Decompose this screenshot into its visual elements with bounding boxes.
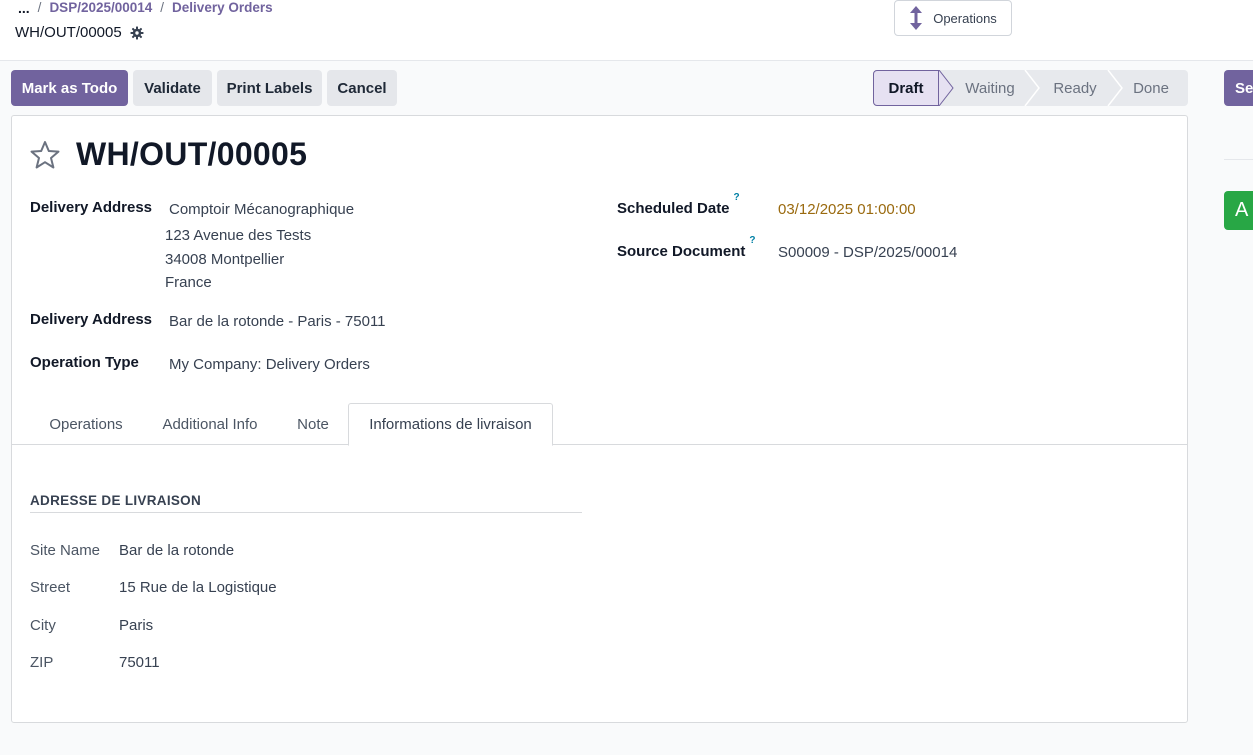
breadcrumb-item-dispatch[interactable]: DSP/2025/00014 (49, 0, 152, 16)
delivery-address-2-label: Delivery Address (30, 311, 153, 328)
scheduled-date-value[interactable]: 03/12/2025 01:00:00 (778, 201, 916, 218)
record-reference: WH/OUT/00005 (15, 24, 122, 41)
up-down-arrows-icon (909, 6, 923, 30)
scheduled-date-label-text: Scheduled Date (617, 200, 730, 217)
delivery-address-label: Delivery Address (30, 199, 153, 216)
breadcrumb-item-delivery-orders[interactable]: Delivery Orders (172, 0, 273, 16)
title-row: WH/OUT/00005 (30, 136, 307, 173)
breadcrumb: ... / DSP/2025/00014 / Delivery Orders (18, 0, 273, 16)
city-label: City (30, 617, 56, 634)
help-tooltip-icon[interactable]: ? (734, 192, 740, 203)
status-stage-draft[interactable]: Draft (873, 70, 939, 106)
notebook-tabs: Operations Additional Info Note Informat… (12, 403, 1187, 446)
status-stage-done[interactable]: Done (1120, 70, 1182, 106)
street-label: Street (30, 579, 71, 596)
operation-type-value[interactable]: My Company: Delivery Orders (169, 356, 370, 373)
breadcrumb-separator: / (37, 0, 42, 15)
status-bar: Draft Waiting Ready Done (873, 70, 1188, 106)
site-name-label: Site Name (30, 542, 101, 559)
control-panel: ... / DSP/2025/00014 / Delivery Orders W… (0, 0, 1253, 61)
delivery-address-line: France (165, 274, 212, 291)
tab-additional-info[interactable]: Additional Info (149, 403, 271, 445)
side-send-button[interactable]: Se (1224, 70, 1253, 106)
tab-note[interactable]: Note (278, 403, 348, 445)
breadcrumb-separator: / (160, 0, 165, 15)
side-avatar[interactable]: A (1224, 191, 1253, 230)
section-title-delivery-address: ADRESSE DE LIVRAISON (30, 493, 582, 513)
status-stage-ready[interactable]: Ready (1037, 70, 1113, 106)
breadcrumb-collapsed-dots[interactable]: ... (18, 0, 30, 16)
operations-button-label: Operations (933, 10, 997, 26)
city-value[interactable]: Paris (119, 617, 153, 634)
record-name-row: WH/OUT/00005 (15, 24, 144, 41)
tab-operations[interactable]: Operations (30, 403, 142, 445)
print-labels-button[interactable]: Print Labels (217, 70, 322, 106)
mark-as-todo-button[interactable]: Mark as Todo (11, 70, 128, 106)
delivery-address-line: 123 Avenue des Tests (165, 227, 312, 244)
form-sheet: WH/OUT/00005 Delivery Address Comptoir M… (11, 115, 1188, 723)
scheduled-date-label: Scheduled Date? (617, 192, 740, 217)
operation-type-label: Operation Type (30, 354, 139, 371)
street-value[interactable]: 15 Rue de la Logistique (119, 579, 277, 596)
delivery-address-partner[interactable]: Comptoir Mécanographique (169, 201, 354, 218)
delivery-address-2-value[interactable]: Bar de la rotonde - Paris - 75011 (169, 313, 386, 330)
tab-informations-de-livraison[interactable]: Informations de livraison (348, 403, 553, 446)
star-icon[interactable] (30, 140, 60, 170)
source-document-value[interactable]: S00009 - DSP/2025/00014 (778, 244, 957, 261)
validate-button[interactable]: Validate (133, 70, 212, 106)
zip-label: ZIP (30, 654, 54, 671)
source-document-label-text: Source Document (617, 243, 746, 260)
delivery-address-line: 34008 Montpellier (165, 251, 285, 268)
operations-button[interactable]: Operations (894, 0, 1012, 36)
status-stage-waiting[interactable]: Waiting (951, 70, 1029, 106)
zip-value[interactable]: 75011 (119, 654, 160, 671)
side-divider (1224, 159, 1253, 160)
help-tooltip-icon[interactable]: ? (749, 235, 755, 246)
gear-icon[interactable] (130, 26, 144, 40)
cancel-button[interactable]: Cancel (327, 70, 397, 106)
site-name-value[interactable]: Bar de la rotonde (119, 542, 234, 559)
record-title: WH/OUT/00005 (76, 136, 308, 172)
source-document-label: Source Document? (617, 235, 755, 260)
